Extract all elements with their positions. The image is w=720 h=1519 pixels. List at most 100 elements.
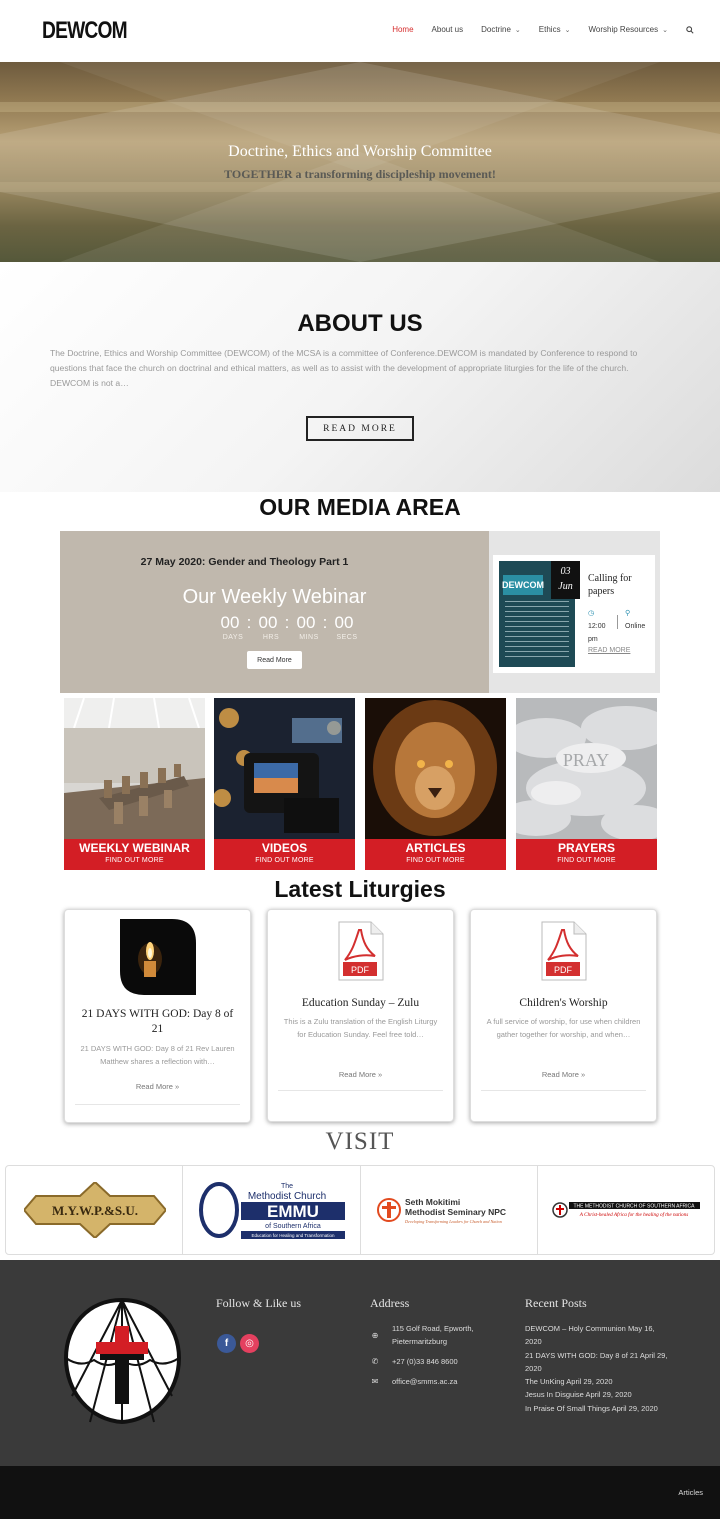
site-logo[interactable]: DEWCOM (40, 12, 145, 50)
event-place: ⚲ Online (625, 607, 653, 633)
liturgy-description: 21 DAYS WITH GOD: Day 8 of 21 Rev Lauren… (80, 1044, 235, 1066)
partner-mywpsu[interactable]: M.Y.W.P.&S.U. (6, 1166, 184, 1254)
tile-band: VIDEOS FIND OUT MORE (214, 839, 355, 870)
tile-articles[interactable]: ARTICLES FIND OUT MORE (365, 698, 506, 870)
recent-post-link[interactable]: Jesus In Disguise April 29, 2020 (525, 1388, 670, 1401)
tile-title: WEEKLY WEBINAR (79, 841, 190, 855)
tile-subtitle: FIND OUT MORE (255, 857, 314, 864)
liturgy-title[interactable]: Education Sunday – Zulu (278, 996, 443, 1011)
email-row: ✉ office@smms.ac.za (370, 1375, 480, 1388)
partner-mcsa[interactable]: THE METHODIST CHURCH OF SOUTHERN AFRICA … (538, 1166, 714, 1254)
tile-weekly-webinar[interactable]: WEEKLY WEBINAR FIND OUT MORE (64, 698, 205, 870)
instagram-icon[interactable]: ◎ (240, 1334, 259, 1353)
liturgy-read-more-link[interactable]: Read More » (471, 1070, 656, 1079)
webinar-read-more-button[interactable]: Read More (247, 651, 302, 669)
footer-articles-link[interactable]: Articles (678, 1488, 703, 1497)
mywpsu-text: M.Y.W.P.&S.U. (52, 1203, 138, 1218)
phone-row: ✆ +27 (0)33 846 8600 (370, 1355, 480, 1368)
liturgies-title: Latest Liturgies (274, 876, 446, 902)
webinar-date-title[interactable]: 27 May 2020: Gender and Theology Part 1 (30, 556, 459, 568)
divider (75, 1104, 240, 1105)
page: DEWCOM Home About us Doctrine ⌄ Ethics ⌄ W… (0, 0, 720, 1519)
liturgy-read-more-link[interactable]: Read More » (65, 1082, 250, 1091)
chevron-down-icon: ⌄ (514, 26, 521, 34)
recent-post-link[interactable]: In Praise Of Small Things April 29, 2020 (525, 1402, 670, 1415)
nav-item-worship-resources[interactable]: Worship Resources ⌄ (588, 25, 668, 34)
recent-posts-list: DEWCOM – Holy Communion May 16, 2020 21 … (525, 1322, 670, 1415)
tile-prayers[interactable]: PRAY PRAYERS FIND OUT MORE (516, 698, 657, 870)
mcsa-line1: THE METHODIST CHURCH OF SOUTHERN AFRICA (573, 1204, 695, 1210)
event-place-text: Online (625, 623, 646, 630)
pray-text: PRAY (563, 750, 609, 770)
emmu-big: EMMU (267, 1202, 319, 1221)
liturgy-title[interactable]: 21 DAYS WITH GOD: Day 8 of 21 (75, 1007, 240, 1037)
webinar-panel: 27 May 2020: Gender and Theology Part 1 … (60, 531, 489, 693)
pdf-file-icon[interactable]: PDF (335, 920, 387, 982)
event-title[interactable]: Calling for papers (588, 572, 650, 598)
address-text: 115 Golf Road, Epworth, Pietermaritzburg (392, 1324, 474, 1346)
recent-post-link[interactable]: The UnKing April 29, 2020 (525, 1375, 670, 1388)
visit-title: VISIT (325, 1128, 395, 1155)
main-nav: Home About us Doctrine ⌄ Ethics ⌄ Worship … (374, 25, 694, 34)
chevron-down-icon: ⌄ (662, 26, 668, 34)
recent-post-link[interactable]: 21 DAYS WITH GOD: Day 8 of 21 April 29, … (525, 1349, 670, 1376)
divider (278, 1090, 443, 1091)
media-title: OUR MEDIA AREA (259, 494, 461, 520)
partner-logos: M.Y.W.P.&S.U. The Methodist Church EMMU … (5, 1165, 715, 1255)
candle-image[interactable] (120, 919, 196, 995)
liturgy-read-more-link[interactable]: Read More » (268, 1070, 453, 1079)
tile-band: WEEKLY WEBINAR FIND OUT MORE (64, 839, 205, 870)
countdown-timer: 00 : 00 : 00 : 00 (214, 613, 360, 633)
webinar-heading: Our Weekly Webinar (182, 586, 367, 608)
email-text[interactable]: office@smms.ac.za (392, 1377, 457, 1386)
hero-banner: Doctrine, Ethics and Worship Committee T… (0, 62, 720, 262)
social-links: f ◎ (217, 1334, 263, 1353)
address-block: ⊕ 115 Golf Road, Epworth, Pietermaritzbu… (370, 1322, 480, 1395)
site-header: DEWCOM Home About us Doctrine ⌄ Ethics ⌄ W… (0, 0, 720, 62)
location-pin-icon: ⚲ (625, 610, 631, 617)
tile-subtitle: FIND OUT MORE (105, 857, 164, 864)
hero-title: Doctrine, Ethics and Worship Committee (228, 143, 492, 160)
facebook-icon[interactable]: f (217, 1334, 236, 1353)
event-month: Jun (558, 581, 573, 592)
liturgy-description: A full service of worship, for use when … (486, 1017, 641, 1039)
nav-item-ethics[interactable]: Ethics ⌄ (539, 25, 571, 34)
about-section: ABOUT US The Doctrine, Ethics and Worshi… (0, 262, 720, 492)
divider (617, 615, 618, 629)
recent-posts-title: Recent Posts (525, 1296, 587, 1310)
tile-subtitle: FIND OUT MORE (557, 857, 616, 864)
tile-title: PRAYERS (558, 841, 615, 855)
nav-item-home[interactable]: Home (392, 25, 413, 34)
nav-label: About us (431, 25, 464, 34)
recent-post-link[interactable]: DEWCOM – Holy Communion May 16, 2020 (525, 1322, 670, 1349)
read-more-button[interactable]: READ MORE (306, 416, 414, 441)
tile-videos[interactable]: VIDEOS FIND OUT MORE (214, 698, 355, 870)
nav-item-about-us[interactable]: About us (432, 25, 464, 34)
nav-item-doctrine[interactable]: Doctrine ⌄ (481, 25, 521, 34)
phone-text[interactable]: +27 (0)33 846 8600 (392, 1357, 458, 1366)
follow-title: Follow & Like us (216, 1296, 302, 1310)
address-row: ⊕ 115 Golf Road, Epworth, Pietermaritzbu… (370, 1322, 480, 1348)
event-date-badge: 03 Jun (551, 561, 580, 599)
partner-emmu[interactable]: The Methodist Church EMMU of Southern Af… (183, 1166, 361, 1254)
countdown-label-days: DAYS (222, 634, 244, 641)
nav-label: Worship Resources (588, 25, 659, 34)
nav-label: Doctrine (481, 25, 511, 34)
nav-label: Home (392, 25, 414, 34)
countdown-days: 00 (220, 613, 240, 632)
hero-diamond-overlay (0, 62, 720, 262)
tile-band: ARTICLES FIND OUT MORE (365, 839, 506, 870)
tile-band: PRAYERS FIND OUT MORE (516, 839, 657, 870)
search-icon[interactable] (686, 25, 694, 34)
smms-line1: Seth Mokitimi (405, 1197, 460, 1207)
partner-smms[interactable]: Seth Mokitimi Methodist Seminary NPC Dev… (361, 1166, 538, 1254)
liturgy-title[interactable]: Children's Worship (481, 996, 646, 1011)
countdown-mins: 00 (296, 613, 316, 632)
pdf-file-icon[interactable]: PDF (538, 920, 590, 982)
conference-room-image (64, 698, 205, 839)
smms-line2: Methodist Seminary NPC (405, 1207, 506, 1217)
event-read-more-link[interactable]: READ MORE (588, 647, 630, 654)
pdf-label: PDF (554, 965, 573, 975)
countdown-hrs: 00 (258, 613, 278, 632)
lion-image (365, 698, 506, 839)
